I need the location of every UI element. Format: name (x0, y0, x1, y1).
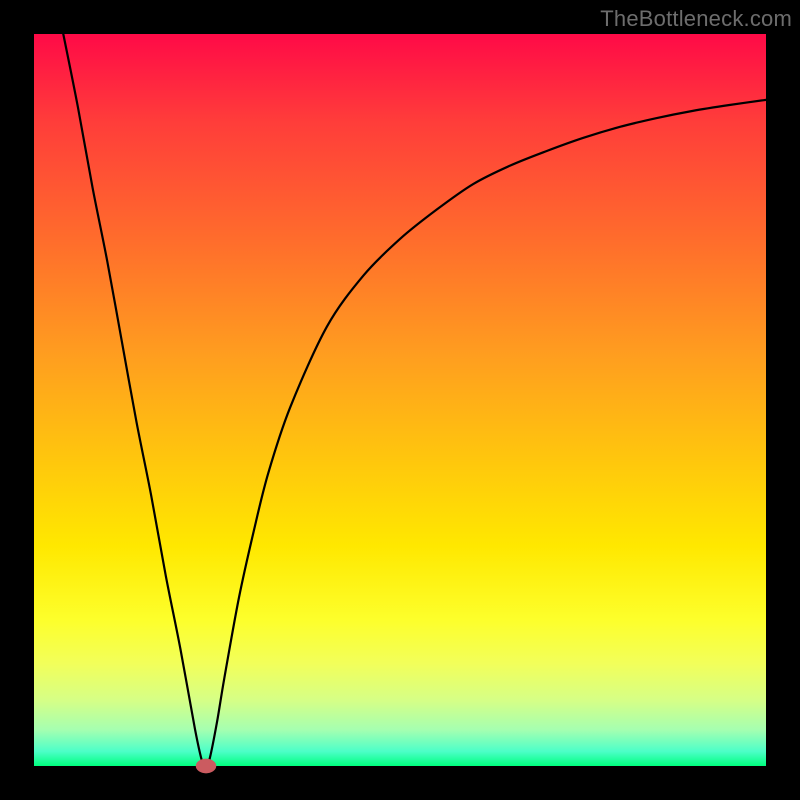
plot-area (34, 34, 766, 766)
gradient-background (34, 34, 766, 766)
watermark-text: TheBottleneck.com (600, 6, 792, 32)
chart-frame: TheBottleneck.com (0, 0, 800, 800)
